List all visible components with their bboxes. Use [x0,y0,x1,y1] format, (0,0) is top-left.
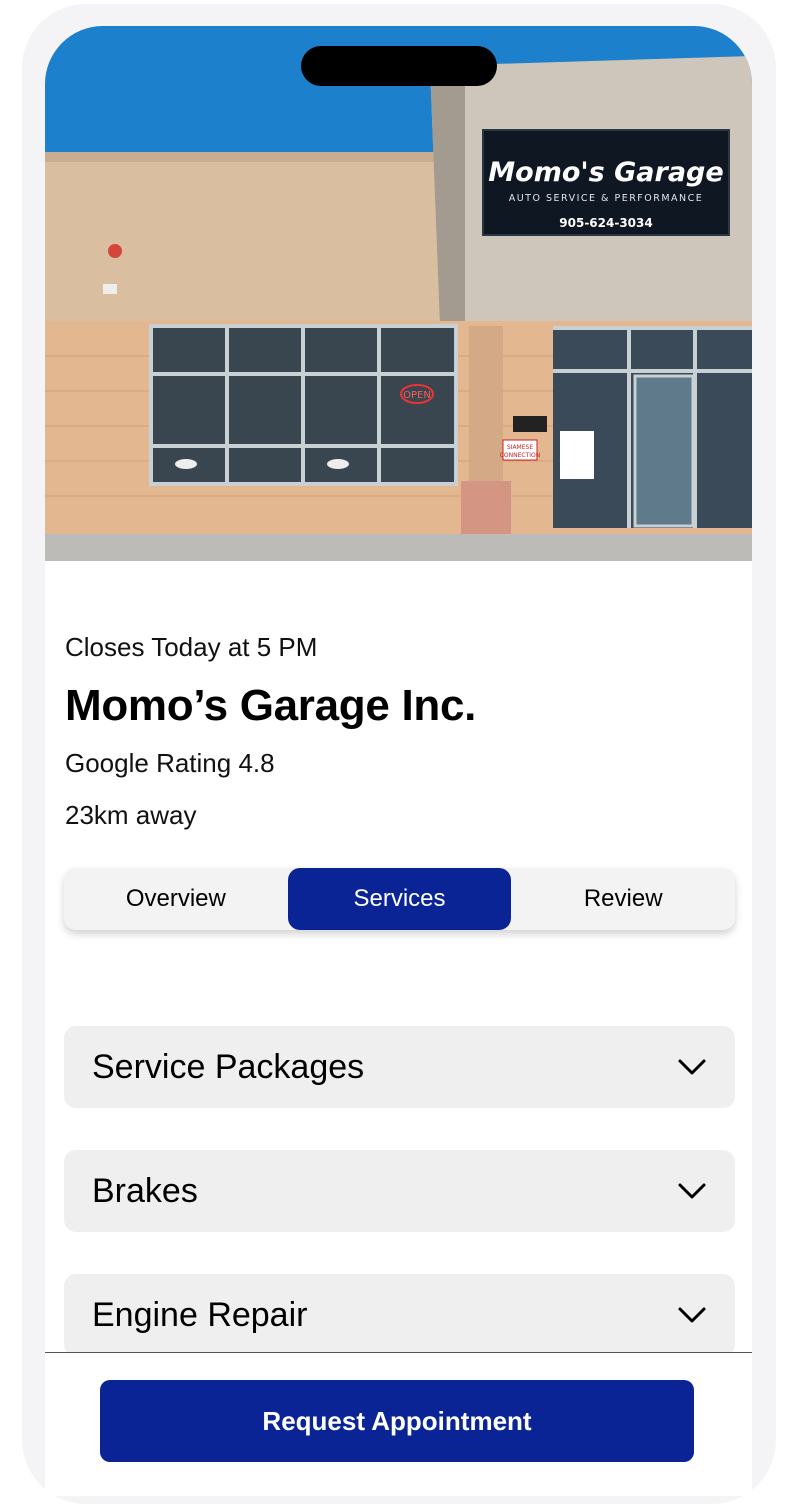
sign-subtitle: AUTO SERVICE & PERFORMANCE [509,193,704,204]
open-sign: OPEN [403,390,431,401]
brakes-accordion[interactable]: Brakes [64,1150,735,1232]
chevron-down-icon [678,1059,706,1075]
sign-phone: 905-624-3034 [559,216,652,230]
camera-notch [301,46,497,86]
app-screen: OPEN SIAMESE CONNECTION Momo's Garage AU… [45,26,752,1496]
distance-text: 23km away [65,800,197,830]
business-name: Momo’s Garage Inc. [65,681,477,730]
segmented-tabs: Overview Services Review [64,868,735,930]
engine-repair-accordion[interactable]: Engine Repair [64,1274,735,1356]
siamese-label-2: CONNECTION [500,452,541,459]
sign-title: Momo's Garage [488,157,723,188]
service-packages-accordion[interactable]: Service Packages [64,1026,735,1108]
accordion-label: Engine Repair [92,1295,308,1334]
business-info: Closes Today at 5 PM Momo’s Garage Inc. … [65,630,735,832]
tab-services[interactable]: Services [287,868,512,930]
chevron-down-icon [678,1307,706,1323]
tab-overview[interactable]: Overview [64,868,288,930]
chevron-down-icon [678,1183,706,1199]
accordion-label: Service Packages [92,1047,365,1086]
siamese-label-1: SIAMESE [507,444,533,451]
accordion-label: Brakes [92,1171,198,1210]
hours-text: Closes Today at 5 PM [65,632,318,662]
google-rating: Google Rating 4.8 [65,748,275,778]
tab-review[interactable]: Review [511,868,735,930]
bottom-action-bar: Request Appointment [45,1352,752,1496]
request-appointment-button[interactable]: Request Appointment [100,1380,694,1462]
storefront-photo: OPEN SIAMESE CONNECTION Momo's Garage AU… [45,26,752,561]
